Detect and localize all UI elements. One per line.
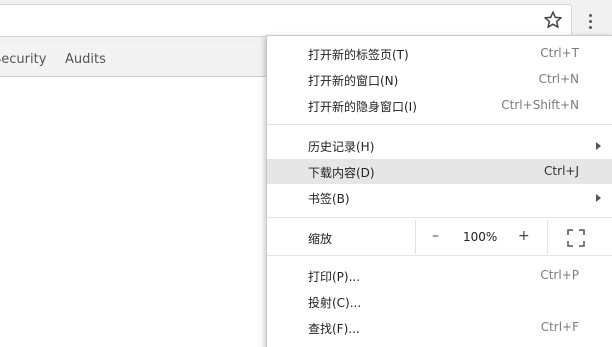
menu-item-label: 历史记录(H) xyxy=(308,140,375,154)
zoom-divider xyxy=(415,220,416,254)
menu-item-find[interactable]: 查找(F)... Ctrl+F xyxy=(267,315,612,340)
menu-item-shortcut: Ctrl+Shift+N xyxy=(501,98,579,112)
submenu-arrow-icon xyxy=(596,142,601,150)
menu-separator xyxy=(267,255,612,256)
zoom-in-button[interactable]: + xyxy=(518,228,530,244)
menu-item-new-tab[interactable]: 打开新的标签页(T) Ctrl+T xyxy=(267,41,612,66)
menu-item-downloads[interactable]: 下载内容(D) Ctrl+J xyxy=(267,159,612,184)
menu-item-shortcut: Ctrl+F xyxy=(540,320,579,334)
menu-item-label: 投射(C)... xyxy=(308,296,362,310)
tab-audits[interactable]: Audits xyxy=(65,52,106,67)
kebab-icon[interactable] xyxy=(580,8,600,34)
menu-item-shortcut: Ctrl+T xyxy=(540,46,579,60)
zoom-row: 缩放 – 100% + xyxy=(267,220,612,254)
zoom-label: 缩放 xyxy=(308,232,333,246)
menu-item-new-window[interactable]: 打开新的窗口(N) Ctrl+N xyxy=(267,67,612,92)
browser-window: Security Audits 打开新的标签页(T) Ctrl+T 打开新的窗口… xyxy=(0,0,612,347)
menu-item-shortcut: Ctrl+N xyxy=(538,72,579,86)
menu-item-print[interactable]: 打印(P)... Ctrl+P xyxy=(267,263,612,288)
menu-separator xyxy=(267,217,612,218)
menu-item-label: 打开新的标签页(T) xyxy=(308,48,409,62)
menu-item-history[interactable]: 历史记录(H) xyxy=(267,133,612,158)
menu-item-label: 打印(P)... xyxy=(308,270,361,284)
zoom-level: 100% xyxy=(463,230,498,244)
menu-separator xyxy=(267,124,612,125)
menu-item-cast[interactable]: 投射(C)... xyxy=(267,289,612,314)
star-icon[interactable] xyxy=(543,10,563,30)
menu-item-label: 下载内容(D) xyxy=(308,166,375,180)
menu-item-bookmarks[interactable]: 书签(B) xyxy=(267,185,612,210)
menu-item-label: 打开新的隐身窗口(I) xyxy=(308,100,417,114)
menu-item-label: 书签(B) xyxy=(308,192,350,206)
menu-item-new-incognito-window[interactable]: 打开新的隐身窗口(I) Ctrl+Shift+N xyxy=(267,93,612,118)
menu-item-shortcut: Ctrl+P xyxy=(540,268,579,282)
fullscreen-icon[interactable] xyxy=(567,229,585,247)
menu-item-label: 打开新的窗口(N) xyxy=(308,74,399,88)
submenu-arrow-icon xyxy=(596,194,601,202)
menu-item-shortcut: Ctrl+J xyxy=(544,164,579,178)
menu-item-label: 查找(F)... xyxy=(308,322,360,336)
tab-security[interactable]: Security xyxy=(0,52,46,67)
chrome-main-menu: 打开新的标签页(T) Ctrl+T 打开新的窗口(N) Ctrl+N 打开新的隐… xyxy=(266,35,612,347)
address-bar[interactable] xyxy=(0,4,572,37)
zoom-divider xyxy=(547,220,548,254)
zoom-out-button[interactable]: – xyxy=(432,228,439,244)
